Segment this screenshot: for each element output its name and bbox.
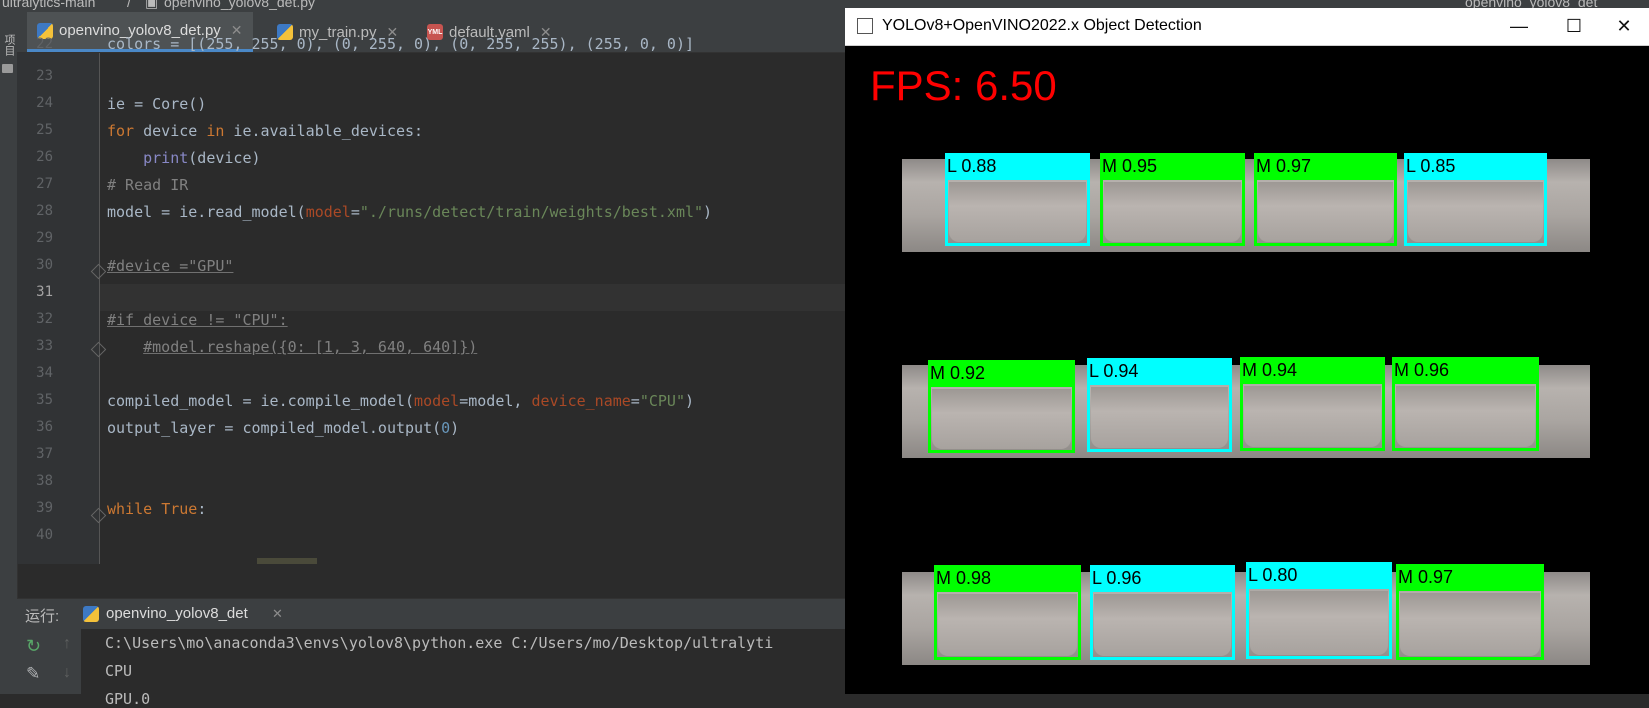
tab-overlap [17, 12, 845, 53]
code-line: output_layer = compiled_model.output(0) [107, 419, 460, 437]
detection-label: M 0.97 [1254, 153, 1397, 180]
run-config-tab[interactable]: openvino_yolov8_det [106, 605, 248, 622]
detection-box: M 0.98 [934, 565, 1081, 660]
arrow-up-icon[interactable]: ↑ [63, 635, 71, 653]
detection-box: M 0.94 [1240, 357, 1385, 451]
line-number: 25 [36, 122, 53, 138]
line-number: 36 [36, 419, 53, 435]
minimize-button[interactable]: — [1494, 8, 1544, 45]
python-file-icon: ▣ [145, 0, 159, 10]
line-number: 34 [36, 365, 53, 381]
code-line: ie = Core() [107, 95, 207, 113]
code-line: #device ="GPU" [107, 257, 234, 275]
line-number: 40 [36, 527, 53, 543]
line-number: 27 [36, 176, 53, 192]
console-line: CPU [105, 662, 133, 680]
console-line: GPU.0 [105, 690, 151, 708]
line-number: 35 [36, 392, 53, 408]
folder-icon [2, 64, 13, 73]
line-number: 39 [36, 500, 53, 516]
gutter-divider [99, 53, 100, 564]
wrench-icon[interactable]: ✎ [26, 664, 40, 684]
detection-label: L 0.80 [1246, 562, 1392, 589]
detection-box: M 0.97 [1254, 153, 1397, 246]
close-icon[interactable]: ✕ [272, 606, 283, 622]
python-file-icon [83, 606, 99, 622]
run-toolbar: ↻ ↑ ✎ ↓ [17, 629, 81, 694]
detection-label: L 0.94 [1087, 358, 1232, 385]
detection-label: M 0.94 [1240, 357, 1385, 384]
detection-label: M 0.98 [934, 565, 1081, 592]
line-number: 30 [36, 257, 53, 273]
detection-label: L 0.88 [945, 153, 1090, 180]
detection-box: M 0.92 [928, 360, 1075, 453]
ide-right-edge: openvino_yolov8_det [845, 0, 1649, 8]
detection-box: M 0.97 [1396, 564, 1544, 660]
line-number: 31 [36, 284, 53, 300]
detection-box: L 0.96 [1090, 565, 1235, 660]
line-number: 38 [36, 473, 53, 489]
project-tool-button[interactable]: 项目 [1, 34, 15, 56]
rerun-icon[interactable]: ↻ [26, 636, 41, 657]
detection-label: M 0.97 [1396, 564, 1544, 591]
line-number: 26 [36, 149, 53, 165]
breadcrumb-project[interactable]: ultralytics-main [2, 0, 95, 10]
breadcrumb-separator: / [127, 0, 131, 10]
code-line: #model.reshape({0: [1, 3, 640, 640]}) [143, 338, 478, 356]
detection-box: L 0.80 [1246, 562, 1392, 659]
tool-window-strip: 项目 [0, 12, 18, 694]
line-number: 29 [36, 230, 53, 246]
detection-label: M 0.95 [1100, 153, 1245, 180]
detection-box: M 0.96 [1392, 357, 1539, 451]
detection-label: M 0.92 [928, 360, 1075, 387]
detection-box: L 0.85 [1404, 153, 1547, 246]
detection-window-titlebar[interactable]: YOLOv8+OpenVINO2022.x Object Detection —… [845, 8, 1649, 46]
horizontal-scrollbar[interactable] [257, 558, 317, 564]
current-line-highlight [100, 284, 845, 311]
arrow-down-icon[interactable]: ↓ [63, 664, 71, 682]
code-line: while True: [107, 500, 207, 518]
code-line: print(device) [143, 149, 261, 167]
detection-box: M 0.95 [1100, 153, 1245, 246]
window-app-icon [857, 18, 873, 34]
code-line: # Read IR [107, 176, 189, 194]
code-line: for device in ie.available_devices: [107, 122, 424, 140]
maximize-button[interactable]: ☐ [1549, 8, 1599, 45]
line-number: 24 [36, 95, 53, 111]
console-line: C:\Users\mo\anaconda3\envs\yolov8\python… [105, 634, 774, 652]
run-panel-header: 运行: openvino_yolov8_det ✕ [17, 598, 845, 630]
line-number: 37 [36, 446, 53, 462]
breadcrumb: ultralytics-main / ▣ openvino_yolov8_det… [0, 0, 845, 12]
detection-label: L 0.85 [1404, 153, 1547, 180]
run-label: 运行: [25, 608, 60, 625]
detection-label: L 0.96 [1090, 565, 1235, 592]
line-number: 28 [36, 203, 53, 219]
code-line: #if device != "CPU": [107, 311, 288, 329]
detection-box: L 0.94 [1087, 358, 1232, 452]
line-number: 23 [36, 68, 53, 84]
window-title: YOLOv8+OpenVINO2022.x Object Detection [882, 17, 1202, 34]
line-number: 33 [36, 338, 53, 354]
run-config-selector[interactable]: openvino_yolov8_det [1465, 0, 1597, 8]
detection-box: L 0.88 [945, 153, 1090, 246]
code-line: compiled_model = ie.compile_model(model=… [107, 392, 695, 410]
breadcrumb-file[interactable]: openvino_yolov8_det.py [164, 0, 315, 10]
code-line: model = ie.read_model(model="./runs/dete… [107, 203, 713, 221]
close-window-button[interactable]: ✕ [1599, 8, 1649, 45]
detection-label: M 0.96 [1392, 357, 1539, 384]
line-number: 32 [36, 311, 53, 327]
fps-readout: FPS: 6.50 [870, 62, 1057, 109]
